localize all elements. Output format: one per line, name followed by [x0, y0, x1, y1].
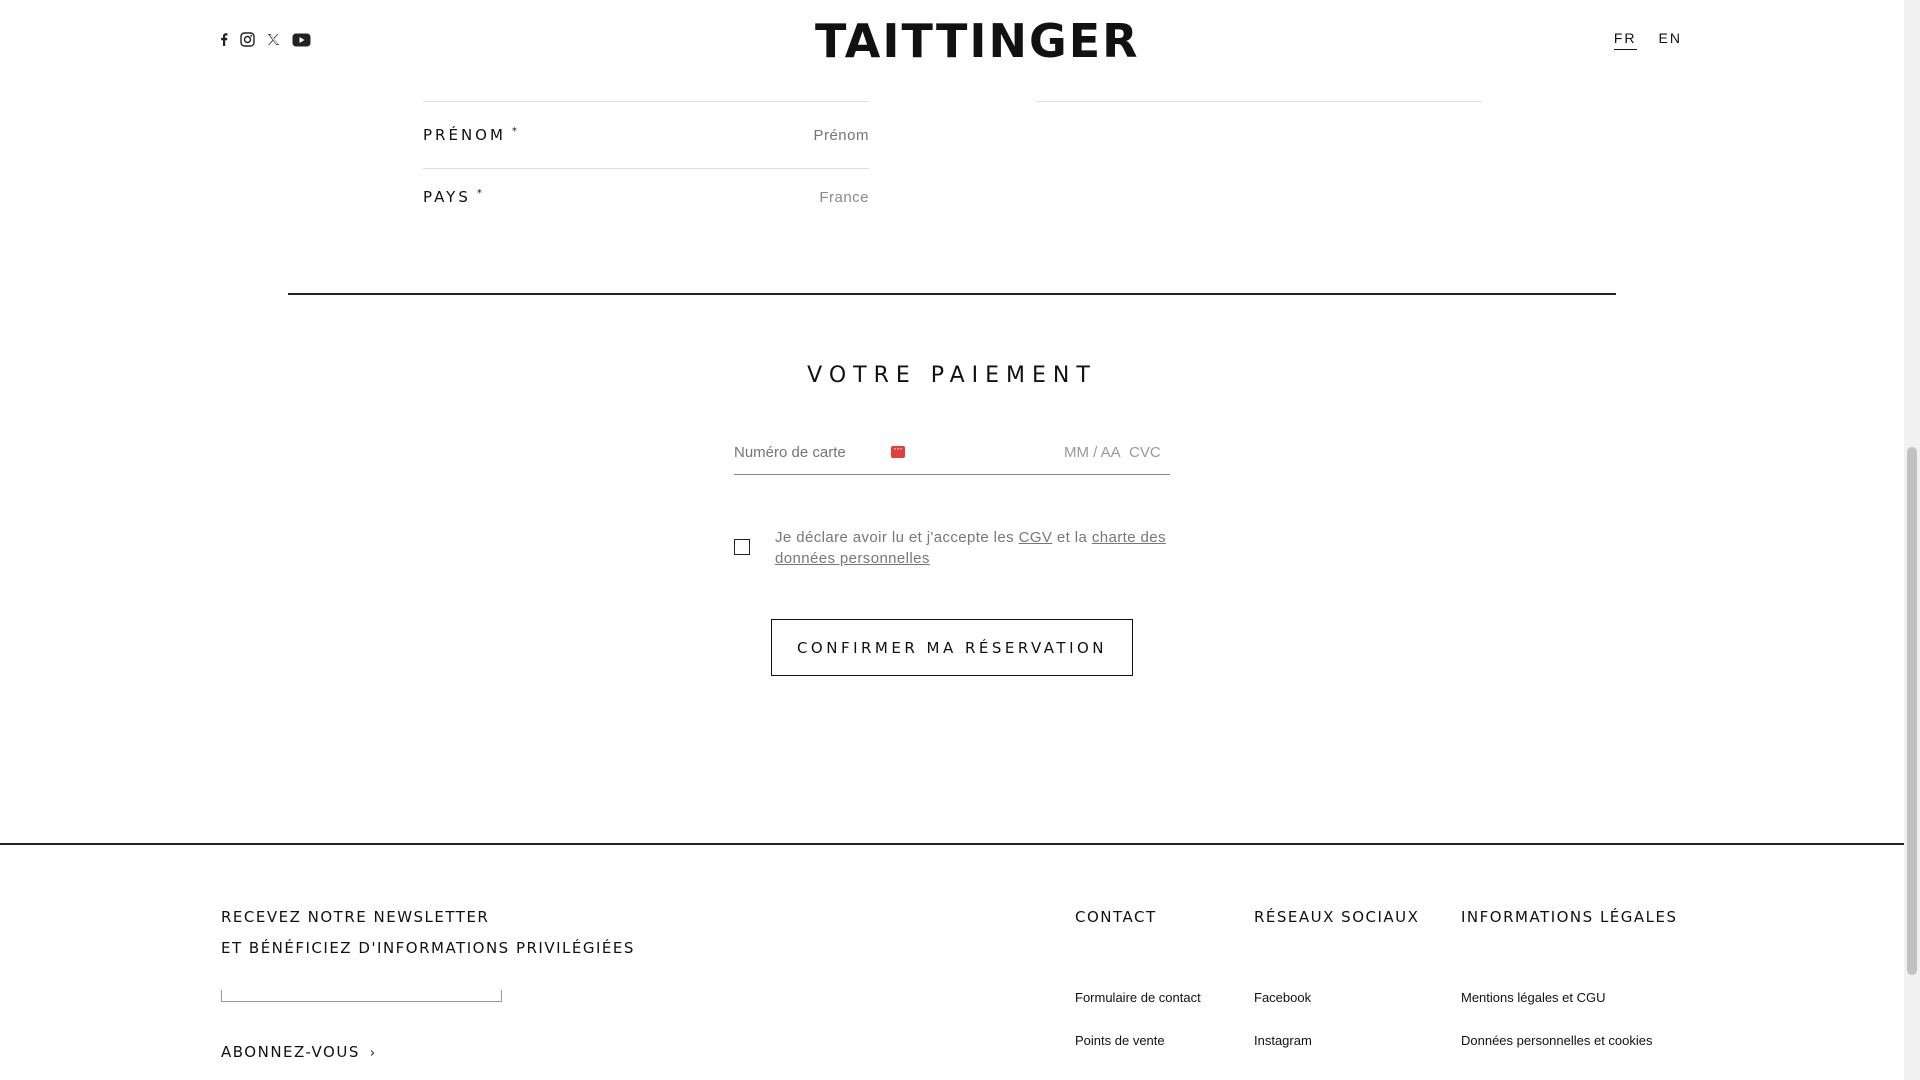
- language-switcher: FR EN: [1613, 30, 1682, 50]
- footer-divider: [0, 843, 1904, 845]
- instagram-icon[interactable]: [240, 32, 255, 47]
- payment-title: VOTRE PAIEMENT: [807, 363, 1097, 388]
- newsletter-title: RECEVEZ NOTRE NEWSLETTER: [221, 908, 490, 926]
- prenom-label-text: PRÉNOM: [423, 126, 506, 144]
- page-scrollbar[interactable]: [1904, 0, 1920, 1080]
- cgv-link[interactable]: CGV: [1019, 529, 1053, 546]
- footer-link-instagram[interactable]: Instagram: [1254, 1033, 1419, 1048]
- scrollbar-thumb[interactable]: [1907, 447, 1917, 975]
- consent-checkbox[interactable]: [734, 539, 750, 555]
- field-divider: [423, 168, 869, 169]
- pays-label: PAYS *: [423, 188, 482, 206]
- card-cvc-input[interactable]: CVC: [1129, 444, 1161, 461]
- lang-fr[interactable]: FR: [1613, 30, 1637, 50]
- subscribe-label: ABONNEZ-VOUS: [221, 1043, 360, 1061]
- taittinger-logo[interactable]: TAITTINGER: [815, 14, 1138, 68]
- youtube-icon[interactable]: [292, 33, 311, 47]
- footer-link-privacy[interactable]: Données personnelles et cookies: [1461, 1033, 1678, 1048]
- x-icon[interactable]: [267, 33, 280, 46]
- facebook-icon[interactable]: [220, 33, 228, 46]
- newsletter-subtitle: ET BÉNÉFICIEZ D'INFORMATIONS PRIVILÉGIÉE…: [221, 939, 635, 957]
- confirm-reservation-button[interactable]: CONFIRMER MA RÉSERVATION: [771, 619, 1133, 676]
- lang-en[interactable]: EN: [1659, 30, 1682, 50]
- pays-label-text: PAYS: [423, 188, 471, 206]
- card-element: MM / AA CVC: [734, 440, 1170, 475]
- chevron-right-icon: ›: [369, 1046, 377, 1061]
- consent-prefix: Je déclare avoir lu et j'accepte les: [775, 529, 1019, 546]
- field-divider: [1036, 101, 1482, 102]
- section-divider: [288, 293, 1616, 295]
- footer-col-title: CONTACT: [1075, 908, 1157, 926]
- pays-field: PAYS * France: [423, 177, 869, 217]
- prenom-label: PRÉNOM *: [423, 126, 517, 144]
- footer-col-title: RÉSEAUX SOCIAUX: [1254, 908, 1420, 926]
- card-brand-icon: [891, 441, 905, 458]
- prenom-input[interactable]: [669, 126, 869, 144]
- card-expiry-input[interactable]: MM / AA: [1064, 444, 1121, 461]
- pays-select[interactable]: France: [669, 189, 869, 206]
- card-number-input[interactable]: [734, 444, 884, 461]
- prenom-field: PRÉNOM *: [423, 115, 869, 155]
- required-mark: *: [476, 188, 482, 199]
- footer-col-title: INFORMATIONS LÉGALES: [1461, 908, 1678, 926]
- footer-col-contact: CONTACT Formulaire de contact Points de …: [1075, 908, 1201, 1076]
- footer-col-legal: INFORMATIONS LÉGALES Mentions légales et…: [1461, 908, 1678, 1076]
- newsletter-email-input[interactable]: [221, 990, 502, 1002]
- social-links: [220, 32, 311, 47]
- footer-link-contact-form[interactable]: Formulaire de contact: [1075, 990, 1201, 1005]
- consent-middle: et la: [1052, 529, 1092, 546]
- footer-link-stores[interactable]: Points de vente: [1075, 1033, 1201, 1048]
- site-header: TAITTINGER FR EN: [0, 0, 1904, 82]
- footer-link-legal-notice[interactable]: Mentions légales et CGU: [1461, 990, 1678, 1005]
- footer-col-social: RÉSEAUX SOCIAUX Facebook Instagram: [1254, 908, 1419, 1076]
- required-mark: *: [511, 126, 517, 137]
- consent-text: Je déclare avoir lu et j'accepte les CGV…: [775, 527, 1175, 569]
- footer-link-facebook[interactable]: Facebook: [1254, 990, 1419, 1005]
- field-divider: [423, 101, 869, 102]
- subscribe-link[interactable]: ABONNEZ-VOUS ›: [221, 1043, 377, 1061]
